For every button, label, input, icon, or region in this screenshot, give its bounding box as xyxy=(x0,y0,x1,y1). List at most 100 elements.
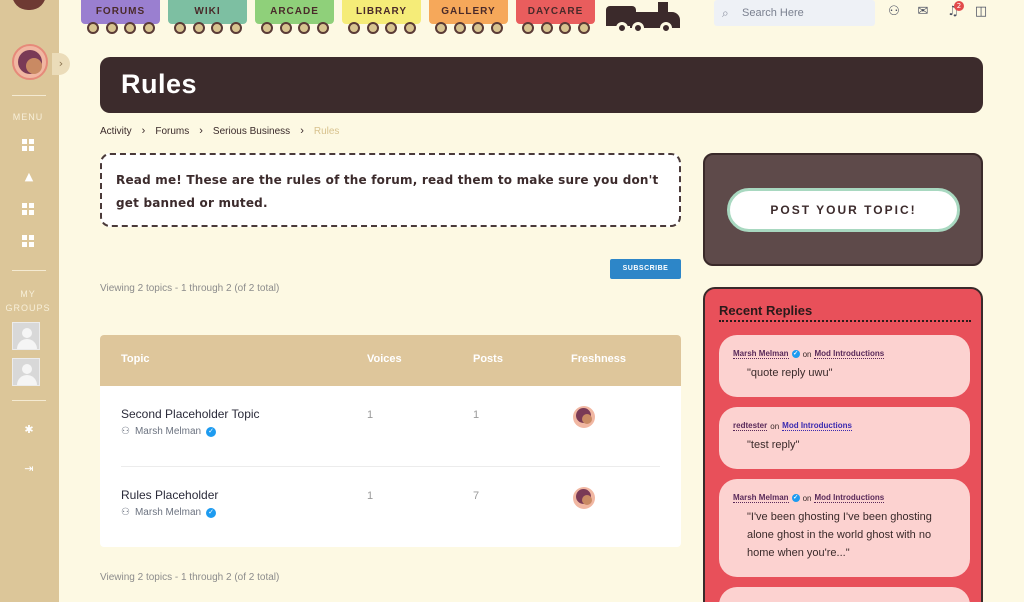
wheels-icon xyxy=(348,22,416,34)
notification-count-badge: 2 xyxy=(954,1,964,11)
reply-card[interactable]: Marsh Melman ✓ on Mod Introductions "I'v… xyxy=(719,479,970,577)
posts-count: 7 xyxy=(473,490,480,502)
groups-label: GROUPS xyxy=(5,303,51,313)
nav-tab-label: WIKI xyxy=(168,0,247,24)
posts-count: 1 xyxy=(473,409,480,421)
column-freshness: Freshness xyxy=(571,353,627,365)
group-avatar[interactable] xyxy=(12,358,40,386)
reply-on-text: on xyxy=(802,493,812,503)
divider xyxy=(12,95,46,96)
topic-author[interactable]: ⚇ Marsh Melman ✓ xyxy=(121,507,217,518)
reply-topic-link[interactable]: Mod Introductions xyxy=(814,493,885,503)
friends-icon[interactable]: ⚇ xyxy=(886,4,902,20)
pagination-count: Viewing 2 topics - 1 through 2 (of 2 tot… xyxy=(100,572,280,583)
reply-card[interactable]: redtester on Mod Introductions "test rep… xyxy=(719,407,970,469)
breadcrumb-current: Rules xyxy=(313,125,340,137)
page-title: Rules xyxy=(121,69,198,99)
freshness-avatar[interactable] xyxy=(573,406,595,428)
verified-icon: ✓ xyxy=(791,494,800,502)
bag-icon[interactable]: ◫ xyxy=(973,4,989,20)
user-avatar[interactable] xyxy=(12,44,48,80)
wheels-icon xyxy=(261,22,329,34)
nav-tab-label: GALLERY xyxy=(429,0,508,24)
nav-tab-label: DAYCARE xyxy=(516,0,595,24)
mail-icon[interactable]: ✉ xyxy=(915,4,931,20)
wheels-icon xyxy=(174,22,242,34)
table-row: Rules Placeholder ⚇ Marsh Melman ✓ 1 7 xyxy=(121,467,660,547)
breadcrumb-serious-business[interactable]: Serious Business xyxy=(213,126,290,137)
settings-icon[interactable]: ✱ xyxy=(22,423,36,437)
reply-card[interactable] xyxy=(719,587,970,602)
author-name[interactable]: Marsh Melman xyxy=(135,426,201,437)
topics-table: Topic Voices Posts Freshness Second Plac… xyxy=(100,335,681,547)
breadcrumb-activity[interactable]: Activity xyxy=(100,126,132,137)
column-topic: Topic xyxy=(121,353,150,365)
logout-icon[interactable]: ⇥ xyxy=(22,462,36,476)
recent-replies-title: Recent Replies xyxy=(719,303,813,318)
divider xyxy=(719,320,971,322)
apps-nav-icon[interactable] xyxy=(22,235,36,249)
author-name[interactable]: Marsh Melman xyxy=(135,507,201,518)
wheels-icon xyxy=(522,22,590,34)
reply-topic-link[interactable]: Mod Introductions xyxy=(814,349,885,359)
recent-replies-panel: Recent Replies Marsh Melman ✓ on Mod Int… xyxy=(703,287,983,602)
groups-nav-icon[interactable] xyxy=(22,203,36,217)
reply-topic-link[interactable]: Mod Introductions xyxy=(782,421,852,431)
voices-count: 1 xyxy=(367,409,374,421)
dashboard-icon[interactable] xyxy=(22,139,36,153)
chevron-right-icon: › xyxy=(199,125,203,137)
user-icon: ⚇ xyxy=(121,426,130,437)
subscribe-button[interactable]: SUBSCRIBE xyxy=(610,259,681,279)
post-topic-panel: POST YOUR TOPIC! xyxy=(703,153,983,266)
voices-count: 1 xyxy=(367,490,374,502)
wheels-icon xyxy=(87,22,155,34)
reply-user-link[interactable]: redtester xyxy=(733,421,768,431)
menu-label: MENU xyxy=(12,112,44,122)
train-engine-logo xyxy=(602,0,682,36)
user-icon: ⚇ xyxy=(121,507,130,518)
reply-user-link[interactable]: Marsh Melman xyxy=(733,349,789,359)
table-header: Topic Voices Posts Freshness xyxy=(100,335,681,386)
verified-icon: ✓ xyxy=(791,350,800,358)
column-posts: Posts xyxy=(473,353,503,365)
search-icon: ⌕ xyxy=(722,5,729,20)
search-bar[interactable]: ⌕ xyxy=(714,0,875,26)
reply-quote: "quote reply uwu" xyxy=(747,367,833,379)
nav-tab-gallery[interactable]: GALLERY xyxy=(429,0,508,34)
search-input[interactable] xyxy=(742,7,872,19)
topic-title-link[interactable]: Rules Placeholder xyxy=(121,488,218,502)
chevron-right-icon: › xyxy=(141,125,146,137)
freshness-avatar[interactable] xyxy=(573,487,595,509)
divider xyxy=(12,400,46,401)
breadcrumb: Activity › Forums › Serious Business › R… xyxy=(100,125,339,137)
sidebar-toggle-button[interactable]: › xyxy=(52,53,70,75)
nav-tab-wiki[interactable]: WIKI xyxy=(168,0,247,34)
reply-user-link[interactable]: Marsh Melman xyxy=(733,493,789,503)
reply-quote: "I've been ghosting I've been ghosting a… xyxy=(747,511,932,559)
wheels-icon xyxy=(435,22,503,34)
page-title-banner: Rules xyxy=(100,57,983,113)
left-sidebar: MENU ▲ MY GROUPS ✱ ⇥ xyxy=(0,0,59,602)
reply-card[interactable]: Marsh Melman ✓ on Mod Introductions "quo… xyxy=(719,335,970,397)
nav-tab-arcade[interactable]: ARCADE xyxy=(255,0,334,34)
post-topic-button[interactable]: POST YOUR TOPIC! xyxy=(727,188,960,232)
reply-on-text: on xyxy=(802,349,812,359)
reply-on-text: on xyxy=(770,421,780,431)
breadcrumb-forums[interactable]: Forums xyxy=(155,126,189,137)
group-avatar[interactable] xyxy=(12,322,40,350)
topic-author[interactable]: ⚇ Marsh Melman ✓ xyxy=(121,426,217,437)
topic-title-link[interactable]: Second Placeholder Topic xyxy=(121,407,260,421)
nav-tab-daycare[interactable]: DAYCARE xyxy=(516,0,595,34)
my-label: MY xyxy=(20,289,36,299)
verified-icon: ✓ xyxy=(206,426,217,437)
mascot-icon xyxy=(12,0,46,10)
nav-tab-library[interactable]: LIBRARY xyxy=(342,0,421,34)
chevron-right-icon: › xyxy=(300,125,304,137)
nav-tab-label: FORUMS xyxy=(81,0,160,24)
verified-icon: ✓ xyxy=(206,507,217,518)
table-row: Second Placeholder Topic ⚇ Marsh Melman … xyxy=(121,386,660,466)
nav-tab-label: LIBRARY xyxy=(342,0,421,24)
nav-tab-forums[interactable]: FORUMS xyxy=(81,0,160,34)
column-voices: Voices xyxy=(367,353,402,365)
forums-nav-icon[interactable]: ▲ xyxy=(22,170,36,184)
